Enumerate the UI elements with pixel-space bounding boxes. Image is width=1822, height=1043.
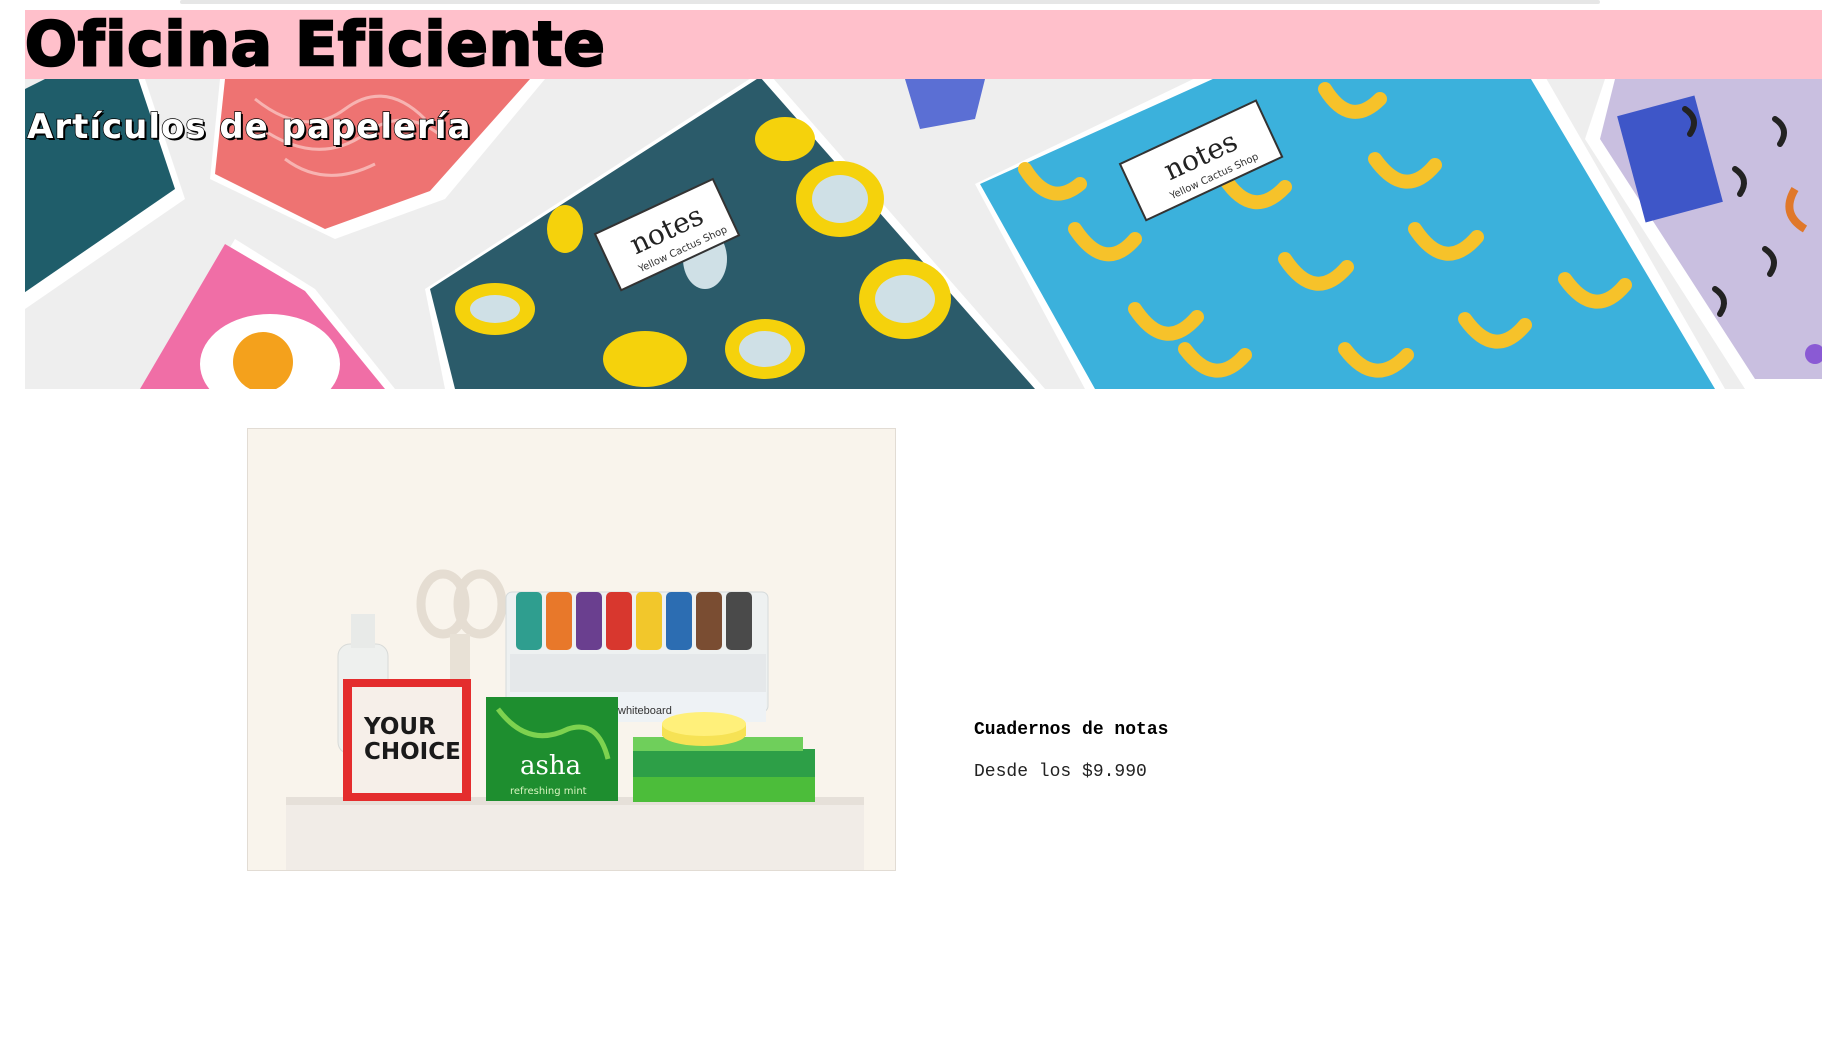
site-title: Oficina Eficiente bbox=[24, 9, 606, 81]
top-scroll-strip bbox=[180, 0, 1600, 4]
product-price: Desde los $9.990 bbox=[974, 762, 1147, 782]
svg-text:CHOICE: CHOICE bbox=[364, 739, 461, 765]
page: Oficina Eficiente notes Yellow Cactus Sh… bbox=[0, 0, 1822, 1043]
svg-text:asha: asha bbox=[520, 751, 581, 781]
hero-subtitle: Artículos de papelería bbox=[26, 106, 472, 147]
svg-text:refreshing mint: refreshing mint bbox=[510, 786, 587, 797]
hero-banner: notes Yellow Cactus Shop notes Yellow Ca… bbox=[25, 79, 1822, 389]
site-header: Oficina Eficiente bbox=[24, 9, 1822, 81]
product-name: Cuadernos de notas bbox=[974, 720, 1169, 740]
svg-text:YOUR: YOUR bbox=[363, 714, 436, 740]
svg-text:whiteboard: whiteboard bbox=[617, 705, 672, 717]
tray bbox=[286, 799, 864, 870]
product-info: Cuadernos de notas Desde los $9.990 bbox=[974, 718, 1168, 784]
desk-organizer-photo: whiteboard YOUR CHOICE asha refreshing m… bbox=[248, 429, 895, 870]
product-image: whiteboard YOUR CHOICE asha refreshing m… bbox=[247, 428, 896, 871]
